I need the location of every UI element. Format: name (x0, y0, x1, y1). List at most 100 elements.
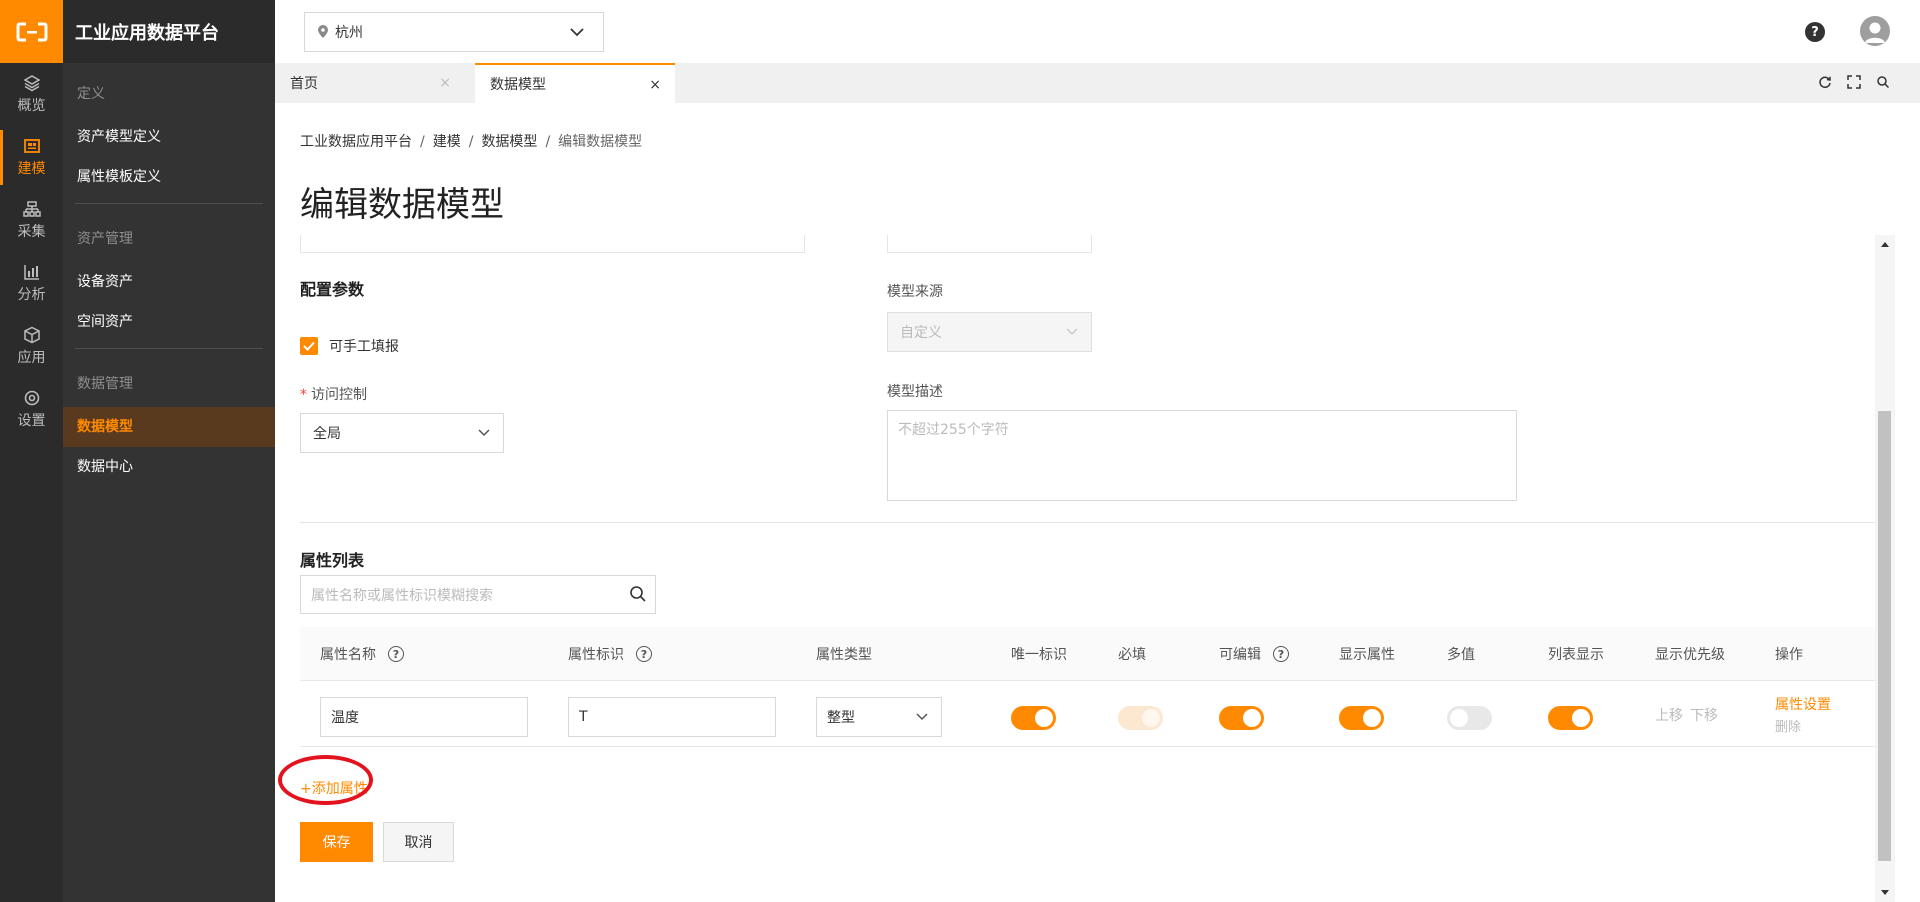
check-icon (303, 341, 315, 351)
cancel-button[interactable]: 取消 (383, 822, 454, 862)
breadcrumb-separator: / (468, 134, 474, 150)
close-icon[interactable]: × (649, 77, 661, 93)
rail-item-settings[interactable]: 设置 (0, 378, 63, 441)
move-down-link[interactable]: 下移 (1690, 705, 1718, 725)
add-attribute-link[interactable]: +添加属性 (300, 778, 368, 798)
attribute-table-header: 属性名称? 属性标识? 属性类型 唯一标识 必填 可编辑? 显示属性 多值 列表… (300, 627, 1875, 681)
chevron-down-icon (1066, 328, 1078, 336)
rail-item-collect[interactable]: 采集 (0, 189, 63, 252)
table-row: 温度 T 整型 上移 下移 属性设置 删除 (300, 681, 1875, 747)
tab-home[interactable]: 首页 × (275, 63, 465, 103)
rail-item-label: 应用 (17, 350, 46, 366)
tab-data-model[interactable]: 数据模型 × (475, 63, 675, 103)
app-brand: 工业应用数据平台 (63, 0, 275, 63)
close-icon[interactable]: × (439, 75, 451, 91)
rail-item-overview[interactable]: 概览 (0, 63, 63, 126)
attr-name-input[interactable]: 温度 (320, 697, 528, 737)
attribute-list-title: 属性列表 (300, 551, 365, 570)
manual-fill-checkbox[interactable]: 可手工填报 (300, 336, 399, 356)
toggle-display-attr[interactable] (1339, 706, 1384, 730)
access-control-select[interactable]: 全局 (300, 413, 504, 453)
question-icon[interactable]: ? (388, 646, 404, 662)
breadcrumb-separator: / (420, 134, 425, 150)
refresh-icon[interactable] (1818, 75, 1832, 89)
tabs-bar: 首页 × 数据模型 × (275, 63, 1920, 103)
tab-tools (1818, 75, 1890, 89)
checkbox-checked[interactable] (300, 337, 318, 355)
question-icon[interactable]: ? (1273, 646, 1289, 662)
layers-icon (22, 75, 41, 92)
help-icon[interactable]: ? (1805, 22, 1825, 42)
tab-label: 首页 (290, 76, 318, 92)
access-control-value: 全局 (313, 426, 341, 442)
attr-type-select[interactable]: 整型 (816, 697, 942, 737)
column-header-label: 属性名称 (320, 647, 376, 663)
cut-off-input[interactable] (300, 235, 805, 253)
model-icon (23, 139, 40, 153)
cut-off-input[interactable] (887, 235, 1092, 253)
nav-item-device-assets[interactable]: 设备资产 (63, 262, 275, 302)
breadcrumb: 工业数据应用平台 / 建模 / 数据模型 / 编辑数据模型 (300, 131, 642, 151)
nav-item-data-model[interactable]: 数据模型 (63, 407, 275, 447)
delete-link[interactable]: 删除 (1775, 716, 1801, 735)
brand-logo-icon (16, 22, 47, 41)
secondary-nav: 工业应用数据平台 定义 资产模型定义 属性模板定义 资产管理 设备资产 空间资产… (63, 0, 275, 902)
city-value: 杭州 (335, 25, 363, 41)
question-icon[interactable]: ? (636, 646, 652, 662)
config-section-title: 配置参数 (300, 280, 365, 299)
section-divider (300, 522, 1875, 523)
city-select[interactable]: 杭州 (304, 12, 604, 52)
nav-item-data-center[interactable]: 数据中心 (63, 447, 275, 487)
breadcrumb-item[interactable]: 建模 (433, 134, 461, 150)
vertical-scrollbar[interactable] (1875, 235, 1895, 902)
save-button[interactable]: 保存 (300, 822, 373, 862)
access-control-label: * 访问控制 (300, 387, 367, 403)
nav-group-title: 数据管理 (77, 376, 133, 392)
column-header-label: 属性标识 (568, 647, 624, 663)
scroll-up-icon[interactable] (1879, 239, 1891, 251)
fullscreen-icon[interactable] (1847, 75, 1861, 89)
avatar[interactable] (1860, 16, 1890, 46)
model-desc-textarea[interactable]: 不超过255个字符 (887, 410, 1517, 501)
toggle-multi-value[interactable] (1447, 706, 1492, 730)
column-header: 必填 (1118, 647, 1146, 663)
column-header: 列表显示 (1548, 647, 1604, 663)
nav-divider (75, 348, 263, 349)
column-header: 唯一标识 (1011, 647, 1067, 663)
attribute-search-input[interactable]: 属性名称或属性标识模糊搜索 (300, 575, 656, 614)
sitemap-icon (22, 201, 41, 217)
toggle-list-display[interactable] (1548, 706, 1593, 730)
rail-item-analysis[interactable]: 分析 (0, 252, 63, 315)
move-up-link[interactable]: 上移 (1655, 705, 1683, 725)
top-bar: 杭州 ? (275, 0, 1920, 63)
toggle-editable[interactable] (1219, 706, 1264, 730)
settings-icon (24, 390, 39, 406)
chart-icon (23, 265, 39, 280)
nav-item-attr-template[interactable]: 属性模板定义 (63, 157, 275, 197)
icon-rail: 概览 建模 采集 分析 应用 设置 (0, 0, 63, 902)
toggle-unique[interactable] (1011, 706, 1056, 730)
breadcrumb-current: 编辑数据模型 (558, 134, 643, 150)
cube-icon (23, 326, 40, 344)
breadcrumb-item[interactable]: 数据模型 (481, 134, 537, 150)
attr-settings-link[interactable]: 属性设置 (1775, 694, 1831, 714)
nav-item-asset-model[interactable]: 资产模型定义 (63, 117, 275, 157)
search-icon[interactable] (629, 585, 647, 603)
access-control-label-text: 访问控制 (311, 387, 367, 403)
column-header: 属性标识? (568, 627, 652, 681)
rail-item-label: 采集 (17, 224, 46, 240)
scrollbar-thumb[interactable] (1878, 411, 1891, 861)
chevron-down-icon (570, 28, 584, 37)
search-icon[interactable] (1876, 75, 1890, 89)
breadcrumb-item[interactable]: 工业数据应用平台 (300, 134, 412, 150)
rail-item-apps[interactable]: 应用 (0, 315, 63, 378)
scroll-down-icon[interactable] (1879, 886, 1891, 898)
nav-divider (75, 203, 263, 204)
rail-item-modeling[interactable]: 建模 (0, 126, 63, 189)
attr-identifier-input[interactable]: T (568, 697, 776, 737)
logo[interactable] (0, 0, 63, 63)
nav-group-title: 定义 (77, 86, 105, 102)
column-header: 可编辑? (1219, 627, 1289, 681)
nav-item-space-assets[interactable]: 空间资产 (63, 302, 275, 342)
column-header-label: 可编辑 (1219, 647, 1261, 663)
